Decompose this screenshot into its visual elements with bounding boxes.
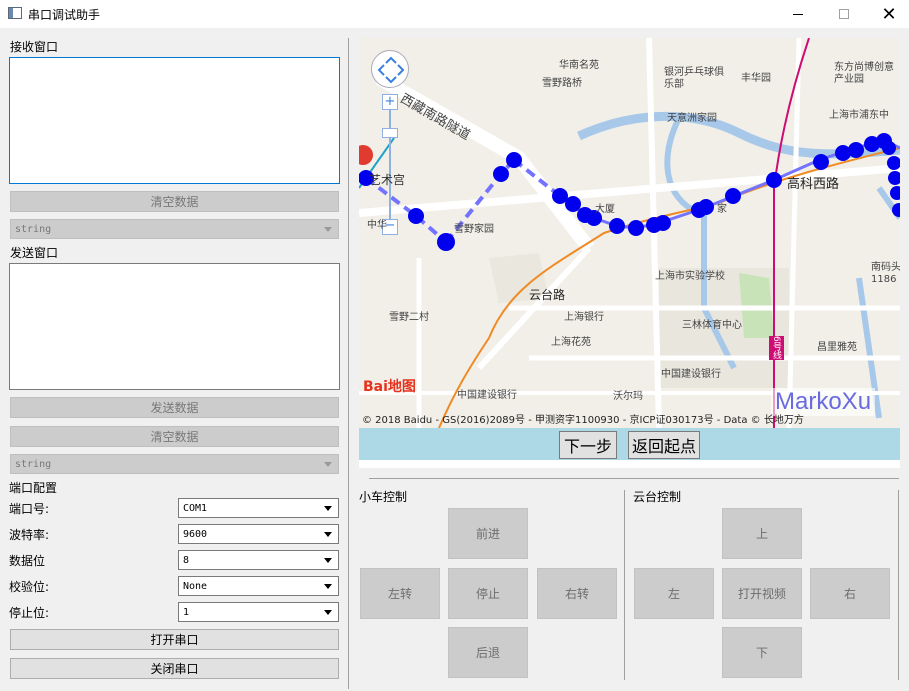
control-divider xyxy=(624,490,625,680)
map-poi-label: 上海市实验学校 xyxy=(655,271,725,282)
close-icon: ✕ xyxy=(881,3,897,25)
panel-divider xyxy=(348,38,349,689)
map-poi-label: 南码头1186 xyxy=(871,262,900,285)
map-poi-label: 雪野家园 xyxy=(454,224,494,235)
receive-textarea[interactable] xyxy=(9,57,340,184)
send-textarea[interactable] xyxy=(9,263,340,390)
map-poi-label: 大厦 xyxy=(595,204,615,215)
clear-receive-button[interactable]: 清空数据 xyxy=(10,191,339,212)
baidu-logo: Bai地图 xyxy=(363,379,416,395)
horizontal-divider xyxy=(369,478,899,479)
map-poi-label: 中国建设银行 xyxy=(457,390,517,401)
data-bits-select[interactable]: 8 xyxy=(178,550,339,570)
map-poi-label: 雪野路桥 xyxy=(542,78,582,89)
chevron-down-icon xyxy=(324,227,332,232)
parity-value: None xyxy=(183,580,208,592)
open-video-button[interactable]: 打开视频 xyxy=(722,568,802,619)
map-poi-label: 云台路 xyxy=(529,288,566,302)
map-road-label: 高科西路 xyxy=(787,177,840,192)
data-bits-label: 数据位 xyxy=(9,554,46,568)
stop-bits-value: 1 xyxy=(183,606,190,618)
clear-send-button[interactable]: 清空数据 xyxy=(10,426,339,447)
stop-bits-label: 停止位: xyxy=(9,606,50,620)
map-poi-label: 上海银行 xyxy=(564,312,604,323)
map-nav-bar: 下一步 返回起点 xyxy=(359,428,900,460)
data-bits-value: 8 xyxy=(183,554,190,566)
window-title: 串口调试助手 xyxy=(28,8,101,22)
baud-rate-label: 波特率: xyxy=(9,528,50,542)
gimbal-up-button[interactable]: 上 xyxy=(722,508,802,559)
map-bottom-strip xyxy=(359,460,900,468)
zoom-in-button[interactable]: + xyxy=(382,94,398,110)
gimbal-right-button[interactable]: 右 xyxy=(810,568,890,619)
next-step-button[interactable]: 下一步 xyxy=(559,431,617,459)
close-button[interactable]: ✕ xyxy=(866,0,909,28)
chevron-down-icon xyxy=(324,558,332,563)
gimbal-left-button[interactable]: 左 xyxy=(634,568,714,619)
map-poi-label: 中华 xyxy=(367,220,387,231)
map-copyright: © 2018 Baidu - GS(2016)2089号 - 甲测资字11009… xyxy=(362,415,804,426)
maximize-icon xyxy=(839,9,849,19)
map-poi-label: 中国建设银行 xyxy=(661,369,721,380)
car-control-label: 小车控制 xyxy=(359,490,408,504)
pan-control[interactable] xyxy=(371,50,409,88)
control-divider xyxy=(898,490,899,680)
gimbal-control-label: 云台控制 xyxy=(633,490,682,504)
port-number-label: 端口号: xyxy=(9,502,50,516)
receive-format-value: string xyxy=(15,223,52,235)
baud-rate-value: 9600 xyxy=(183,528,208,540)
baud-rate-select[interactable]: 9600 xyxy=(178,524,339,544)
port-number-select[interactable]: COM1 xyxy=(178,498,339,518)
minimize-button[interactable] xyxy=(775,0,821,28)
send-window-label: 发送窗口 xyxy=(10,246,59,260)
chevron-down-icon xyxy=(324,462,332,467)
parity-select[interactable]: None xyxy=(178,576,339,596)
map-poi-label: 银河乒乓球俱乐部 xyxy=(664,67,724,90)
parity-label: 校验位: xyxy=(9,580,50,594)
title-bar: 串口调试助手 ✕ xyxy=(0,0,909,28)
map-poi-label: 三林体育中心 xyxy=(682,320,742,331)
zoom-track[interactable] xyxy=(389,95,391,225)
minimize-icon xyxy=(793,13,803,15)
map-poi-label: 昌里雅苑 xyxy=(817,342,857,353)
turn-left-button[interactable]: 左转 xyxy=(360,568,440,619)
send-data-button[interactable]: 发送数据 xyxy=(10,397,339,418)
app-icon xyxy=(8,7,22,19)
chevron-down-icon xyxy=(324,610,332,615)
map-poi-label: 东方尚博创意产业园 xyxy=(834,62,894,85)
stop-bits-select[interactable]: 1 xyxy=(178,602,339,622)
backward-button[interactable]: 后退 xyxy=(448,627,528,678)
return-to-start-button[interactable]: 返回起点 xyxy=(628,431,700,459)
map-poi-label: 丰华园 xyxy=(741,73,771,84)
map-poi-label: 沃尔玛 xyxy=(613,391,643,402)
map-poi-label: 雪野二村 xyxy=(389,312,429,323)
port-config-label: 端口配置 xyxy=(9,481,58,495)
close-port-button[interactable]: 关闭串口 xyxy=(10,658,339,679)
map-poi-label: 艺术宫 xyxy=(369,173,406,187)
map-poi-label: 天意洲家园 xyxy=(667,113,717,124)
gimbal-down-button[interactable]: 下 xyxy=(722,627,802,678)
baidu-map[interactable]: + − 西藏南路隧道 高科西路 云台路 华南名苑 雪野路桥 银河乒乓球俱乐部 丰… xyxy=(359,38,900,428)
chevron-down-icon xyxy=(324,532,332,537)
chevron-down-icon xyxy=(324,506,332,511)
map-poi-label: 上海花苑 xyxy=(551,337,591,348)
turn-right-button[interactable]: 右转 xyxy=(537,568,617,619)
receive-format-select[interactable]: string xyxy=(10,219,339,239)
open-port-button[interactable]: 打开串口 xyxy=(10,629,339,650)
port-number-value: COM1 xyxy=(183,502,208,514)
pan-arrows-icon xyxy=(377,56,405,84)
metro-line-badge: 6号线 xyxy=(769,336,784,360)
receive-window-label: 接收窗口 xyxy=(10,40,59,54)
stop-button[interactable]: 停止 xyxy=(448,568,528,619)
zoom-slider-handle[interactable] xyxy=(382,128,398,138)
map-canvas xyxy=(359,38,900,428)
send-format-select[interactable]: string xyxy=(10,454,339,474)
map-poi-label: 家 xyxy=(717,204,727,215)
chevron-down-icon xyxy=(324,584,332,589)
send-format-value: string xyxy=(15,458,52,470)
map-poi-label: 上海市浦东中 xyxy=(829,110,889,121)
map-poi-label: 华南名苑 xyxy=(559,60,599,71)
maximize-button[interactable] xyxy=(821,0,867,28)
forward-button[interactable]: 前进 xyxy=(448,508,528,559)
